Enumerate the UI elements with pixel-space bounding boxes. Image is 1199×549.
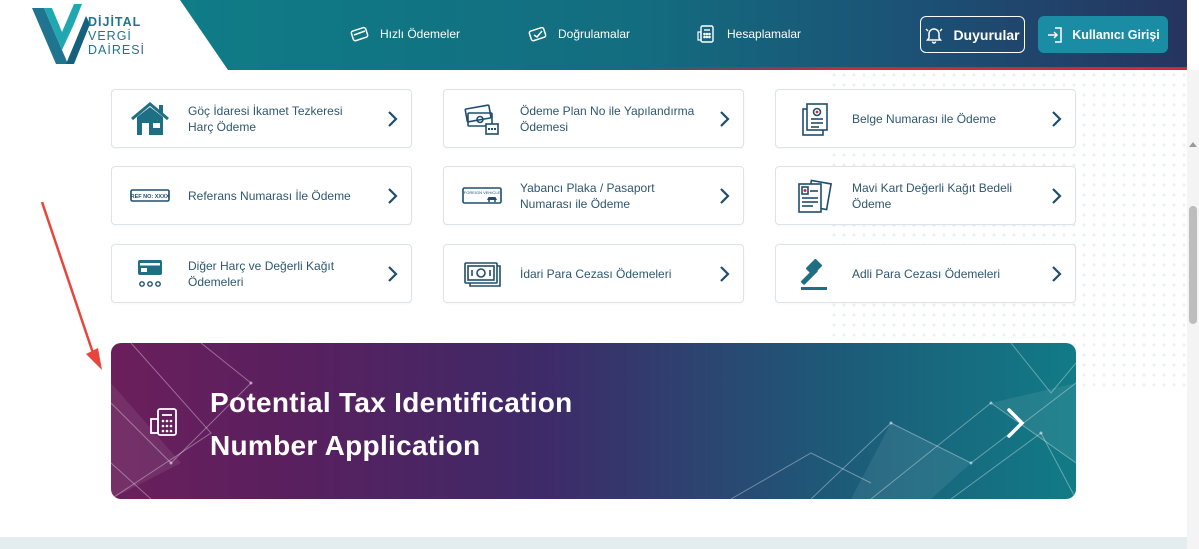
vertical-scrollbar[interactable]	[1187, 70, 1199, 549]
document-stack-icon	[776, 90, 852, 147]
logo-line-1: DİJİTAL	[88, 15, 142, 29]
card-label: İdari Para Cezası Ödemeleri	[520, 266, 672, 281]
card-icon	[350, 26, 369, 42]
scrollbar-thumb[interactable]	[1189, 206, 1197, 324]
banner-title-line-2: Number Application	[210, 430, 481, 461]
card-label: Göç İdaresi İkamet Tezkeresi Harç Ödeme	[188, 103, 343, 134]
scroll-up-arrow-icon[interactable]	[1189, 142, 1197, 147]
chevron-right-icon	[707, 265, 743, 283]
chevron-right-icon	[375, 187, 411, 205]
card-label: Diğer Harç ve Değerli Kağıt Ödemeleri	[188, 258, 335, 289]
nav-verifications[interactable]: Doğrulamalar	[528, 24, 630, 44]
footer-band	[0, 537, 1187, 549]
banner-title: Potential Tax Identification Number Appl…	[210, 381, 730, 467]
page: DİJİTAL VERGİ DAİRESİ Hızlı Ödemeler Doğ…	[0, 0, 1199, 549]
calculator-icon	[697, 25, 714, 43]
blue-card-icon	[776, 167, 852, 224]
chevron-right-icon	[375, 110, 411, 128]
nav-label: Doğrulamalar	[558, 27, 631, 41]
card-document-number-payment[interactable]: Belge Numarası ile Ödeme	[775, 89, 1076, 148]
header-band	[180, 0, 1187, 70]
nav-label: Hızlı Ödemeler	[380, 27, 461, 41]
card-label: Referans Numarası İle Ödeme	[188, 188, 351, 203]
nav-calculations[interactable]: Hesaplamalar	[697, 24, 801, 44]
nav-label: Hesaplamalar	[727, 27, 802, 41]
logo-text: DİJİTAL VERGİ DAİRESİ	[88, 15, 145, 57]
chevron-right-icon	[1039, 110, 1075, 128]
ref-no-icon: REF NO: XXXX	[112, 167, 188, 224]
login-icon	[1048, 26, 1062, 43]
logo-line-3: DAİRESİ	[88, 43, 146, 57]
card-label: Belge Numarası ile Ödeme	[852, 111, 997, 126]
card-administrative-fines[interactable]: İdari Para Cezası Ödemeleri	[443, 244, 744, 303]
logo-line-2: VERGİ	[88, 29, 132, 43]
house-icon	[112, 90, 188, 147]
card-label: Mavi Kart Değerli Kağıt Bedeli Ödeme	[852, 180, 1013, 211]
annotation-arrow-icon	[40, 201, 102, 370]
card-judicial-fines[interactable]: Adli Para Cezası Ödemeleri	[775, 244, 1076, 303]
bell-icon	[925, 27, 943, 44]
header-accent-line	[620, 67, 1187, 70]
chevron-right-icon	[375, 265, 411, 283]
card-label: Ödeme Plan No ile Yapılandırma Ödemesi	[520, 103, 695, 134]
nav-quick-payments[interactable]: Hızlı Ödemeler	[350, 24, 460, 44]
chevron-right-icon	[1039, 187, 1075, 205]
card-label: Adli Para Cezası Ödemeleri	[852, 266, 1001, 281]
ref-badge-text: REF NO: XXXX	[131, 194, 170, 200]
card-reference-number-payment[interactable]: REF NO: XXXX Referans Numarası İle Ödeme	[111, 166, 412, 225]
banner-title-line-1: Potential Tax Identification	[210, 387, 573, 418]
money-calendar-icon	[444, 90, 520, 147]
chevron-right-icon	[707, 110, 743, 128]
chevron-right-icon	[1007, 408, 1025, 438]
card-blue-card-fee[interactable]: Mavi Kart Değerli Kağıt Bedeli Ödeme	[775, 166, 1076, 225]
gavel-icon	[776, 245, 852, 302]
card-payment-plan-restructuring[interactable]: Ödeme Plan No ile Yapılandırma Ödemesi	[443, 89, 744, 148]
logo-mark-icon	[32, 4, 90, 64]
banknote-icon	[444, 245, 520, 302]
card-foreign-plate-passport[interactable]: FOREIGN VEHICLE Yabancı Plaka / Pasaport…	[443, 166, 744, 225]
chevron-right-icon	[1039, 265, 1075, 283]
card-other-fees[interactable]: Diğer Harç ve Değerli Kağıt Ödemeleri	[111, 244, 412, 303]
check-card-icon	[528, 26, 547, 42]
foreign-plate-icon: FOREIGN VEHICLE	[444, 167, 520, 224]
card-residence-permit-fee[interactable]: Göç İdaresi İkamet Tezkeresi Harç Ödeme	[111, 89, 412, 148]
login-button[interactable]: Kullanıcı Girişi	[1038, 16, 1168, 53]
card-label: Yabancı Plaka / Pasaport Numarası ile Öd…	[520, 180, 655, 211]
card-reader-icon	[112, 245, 188, 302]
announcements-button[interactable]: Duyurular	[920, 16, 1025, 53]
login-label: Kullanıcı Girişi	[1072, 27, 1160, 42]
chevron-right-icon	[707, 187, 743, 205]
logo[interactable]: DİJİTAL VERGİ DAİRESİ	[30, 2, 144, 66]
potential-tin-application-banner[interactable]: Potential Tax Identification Number Appl…	[111, 343, 1076, 499]
header: DİJİTAL VERGİ DAİRESİ Hızlı Ödemeler Doğ…	[0, 0, 1187, 70]
plate-badge-text: FOREIGN VEHICLE	[464, 190, 501, 195]
calculator-document-icon	[150, 408, 177, 436]
announcements-label: Duyurular	[953, 26, 1020, 43]
